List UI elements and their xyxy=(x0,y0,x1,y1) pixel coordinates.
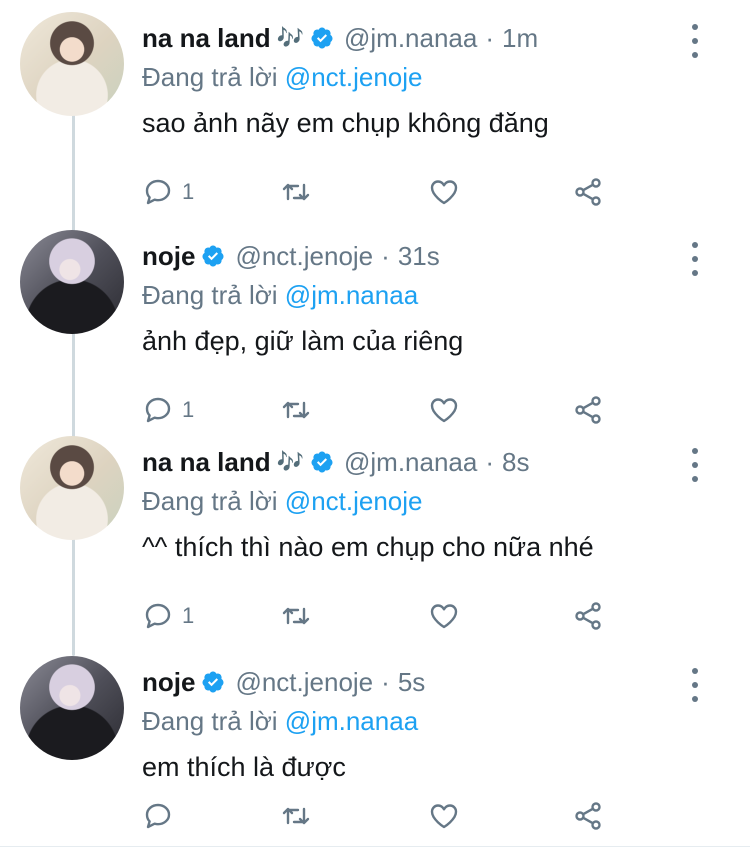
share-icon xyxy=(575,602,601,630)
reply-icon xyxy=(145,603,171,629)
action-bar: 1 xyxy=(142,596,622,636)
retweet-icon xyxy=(282,183,310,201)
display-name[interactable]: na na land xyxy=(142,23,271,54)
display-name[interactable]: noje xyxy=(142,241,195,272)
replying-prefix: Đang trả lời xyxy=(142,706,278,736)
timestamp[interactable]: 5s xyxy=(398,667,425,698)
share-button[interactable] xyxy=(572,172,604,212)
like-button[interactable] xyxy=(428,796,460,836)
replying-to: Đang trả lời @jm.nanaa xyxy=(142,706,418,737)
verified-badge-icon xyxy=(202,671,224,693)
reply-button[interactable]: 1 xyxy=(142,390,194,430)
retweet-icon xyxy=(282,607,310,625)
reply-button[interactable] xyxy=(142,796,182,836)
tweet-header: na na land 🎶 @jm.nanaa · 8s xyxy=(142,444,529,480)
share-icon xyxy=(575,396,601,424)
tweet-header: noje @nct.jenoje · 5s xyxy=(142,664,425,700)
tweet-header: na na land 🎶 @jm.nanaa · 1m xyxy=(142,20,538,56)
separator: · xyxy=(381,666,390,697)
reply-count: 1 xyxy=(182,397,195,422)
action-bar xyxy=(142,796,622,836)
share-icon xyxy=(575,802,601,830)
like-icon xyxy=(430,398,458,423)
display-name[interactable]: na na land xyxy=(142,447,271,478)
divider xyxy=(0,846,750,847)
like-button[interactable] xyxy=(428,172,460,212)
share-icon xyxy=(575,178,601,206)
avatar[interactable] xyxy=(20,656,124,760)
more-icon[interactable] xyxy=(686,668,704,702)
tweet-text: em thích là được xyxy=(142,752,346,782)
replying-to-link[interactable]: @jm.nanaa xyxy=(285,706,418,736)
verified-badge-icon xyxy=(202,245,224,267)
verified-badge-icon xyxy=(311,27,333,49)
share-button[interactable] xyxy=(572,390,604,430)
avatar[interactable] xyxy=(20,436,124,540)
replying-to: Đang trả lời @jm.nanaa xyxy=(142,280,418,311)
display-name[interactable]: noje xyxy=(142,667,195,698)
separator: · xyxy=(485,22,495,53)
tweet-text: sao ảnh nãy em chụp không đăng xyxy=(142,108,549,138)
reply-button[interactable]: 1 xyxy=(142,596,194,636)
reply-icon xyxy=(145,397,171,423)
separator: · xyxy=(485,446,495,477)
reply-count: 1 xyxy=(182,179,195,204)
retweet-button[interactable] xyxy=(280,596,312,636)
handle[interactable]: @nct.jenoje xyxy=(235,667,373,698)
tweet[interactable]: na na land 🎶 @jm.nanaa · 8s Đang trả lời… xyxy=(0,436,750,636)
action-bar: 1 xyxy=(142,172,622,212)
like-button[interactable] xyxy=(428,596,460,636)
more-icon[interactable] xyxy=(686,448,704,482)
music-notes-emoji: 🎶 xyxy=(276,25,304,50)
reply-button[interactable]: 1 xyxy=(142,172,194,212)
handle[interactable]: @jm.nanaa xyxy=(344,447,477,478)
replying-to-link[interactable]: @jm.nanaa xyxy=(285,280,418,310)
avatar[interactable] xyxy=(20,230,124,334)
reply-icon xyxy=(145,803,171,829)
tweet[interactable]: na na land 🎶 @jm.nanaa · 1m Đang trả lời… xyxy=(0,12,750,212)
like-icon xyxy=(430,180,458,205)
timestamp[interactable]: 1m xyxy=(502,23,538,54)
like-icon xyxy=(430,804,458,829)
music-notes-emoji: 🎶 xyxy=(276,449,304,474)
tweet-text: ^^ thích thì nào em chụp cho nữa nhé xyxy=(142,532,594,562)
share-button[interactable] xyxy=(572,796,604,836)
replying-to-link[interactable]: @nct.jenoje xyxy=(285,486,423,516)
replying-prefix: Đang trả lời xyxy=(142,486,278,516)
retweet-button[interactable] xyxy=(280,390,312,430)
action-bar: 1 xyxy=(142,390,622,430)
more-icon[interactable] xyxy=(686,24,704,58)
avatar[interactable] xyxy=(20,12,124,116)
verified-badge-icon xyxy=(311,451,333,473)
retweet-button[interactable] xyxy=(280,796,312,836)
separator: · xyxy=(381,240,390,271)
tweet[interactable]: noje @nct.jenoje · 31s Đang trả lời @jm.… xyxy=(0,230,750,430)
reply-count: 1 xyxy=(182,603,195,628)
replying-prefix: Đang trả lời xyxy=(142,280,278,310)
share-button[interactable] xyxy=(572,596,604,636)
more-icon[interactable] xyxy=(686,242,704,276)
reply-icon xyxy=(145,179,171,205)
timestamp[interactable]: 31s xyxy=(398,241,440,272)
replying-to-link[interactable]: @nct.jenoje xyxy=(285,62,423,92)
tweet-text: ảnh đẹp, giữ làm của riêng xyxy=(142,326,464,356)
retweet-icon xyxy=(282,807,310,825)
replying-to: Đang trả lời @nct.jenoje xyxy=(142,486,423,517)
replying-prefix: Đang trả lời xyxy=(142,62,278,92)
timestamp[interactable]: 8s xyxy=(502,447,529,478)
tweet-header: noje @nct.jenoje · 31s xyxy=(142,238,440,274)
retweet-button[interactable] xyxy=(280,172,312,212)
retweet-icon xyxy=(282,401,310,419)
handle[interactable]: @nct.jenoje xyxy=(235,241,373,272)
handle[interactable]: @jm.nanaa xyxy=(344,23,477,54)
tweet[interactable]: noje @nct.jenoje · 5s Đang trả lời @jm.n… xyxy=(0,656,750,846)
like-button[interactable] xyxy=(428,390,460,430)
like-icon xyxy=(430,604,458,629)
replying-to: Đang trả lời @nct.jenoje xyxy=(142,62,423,93)
